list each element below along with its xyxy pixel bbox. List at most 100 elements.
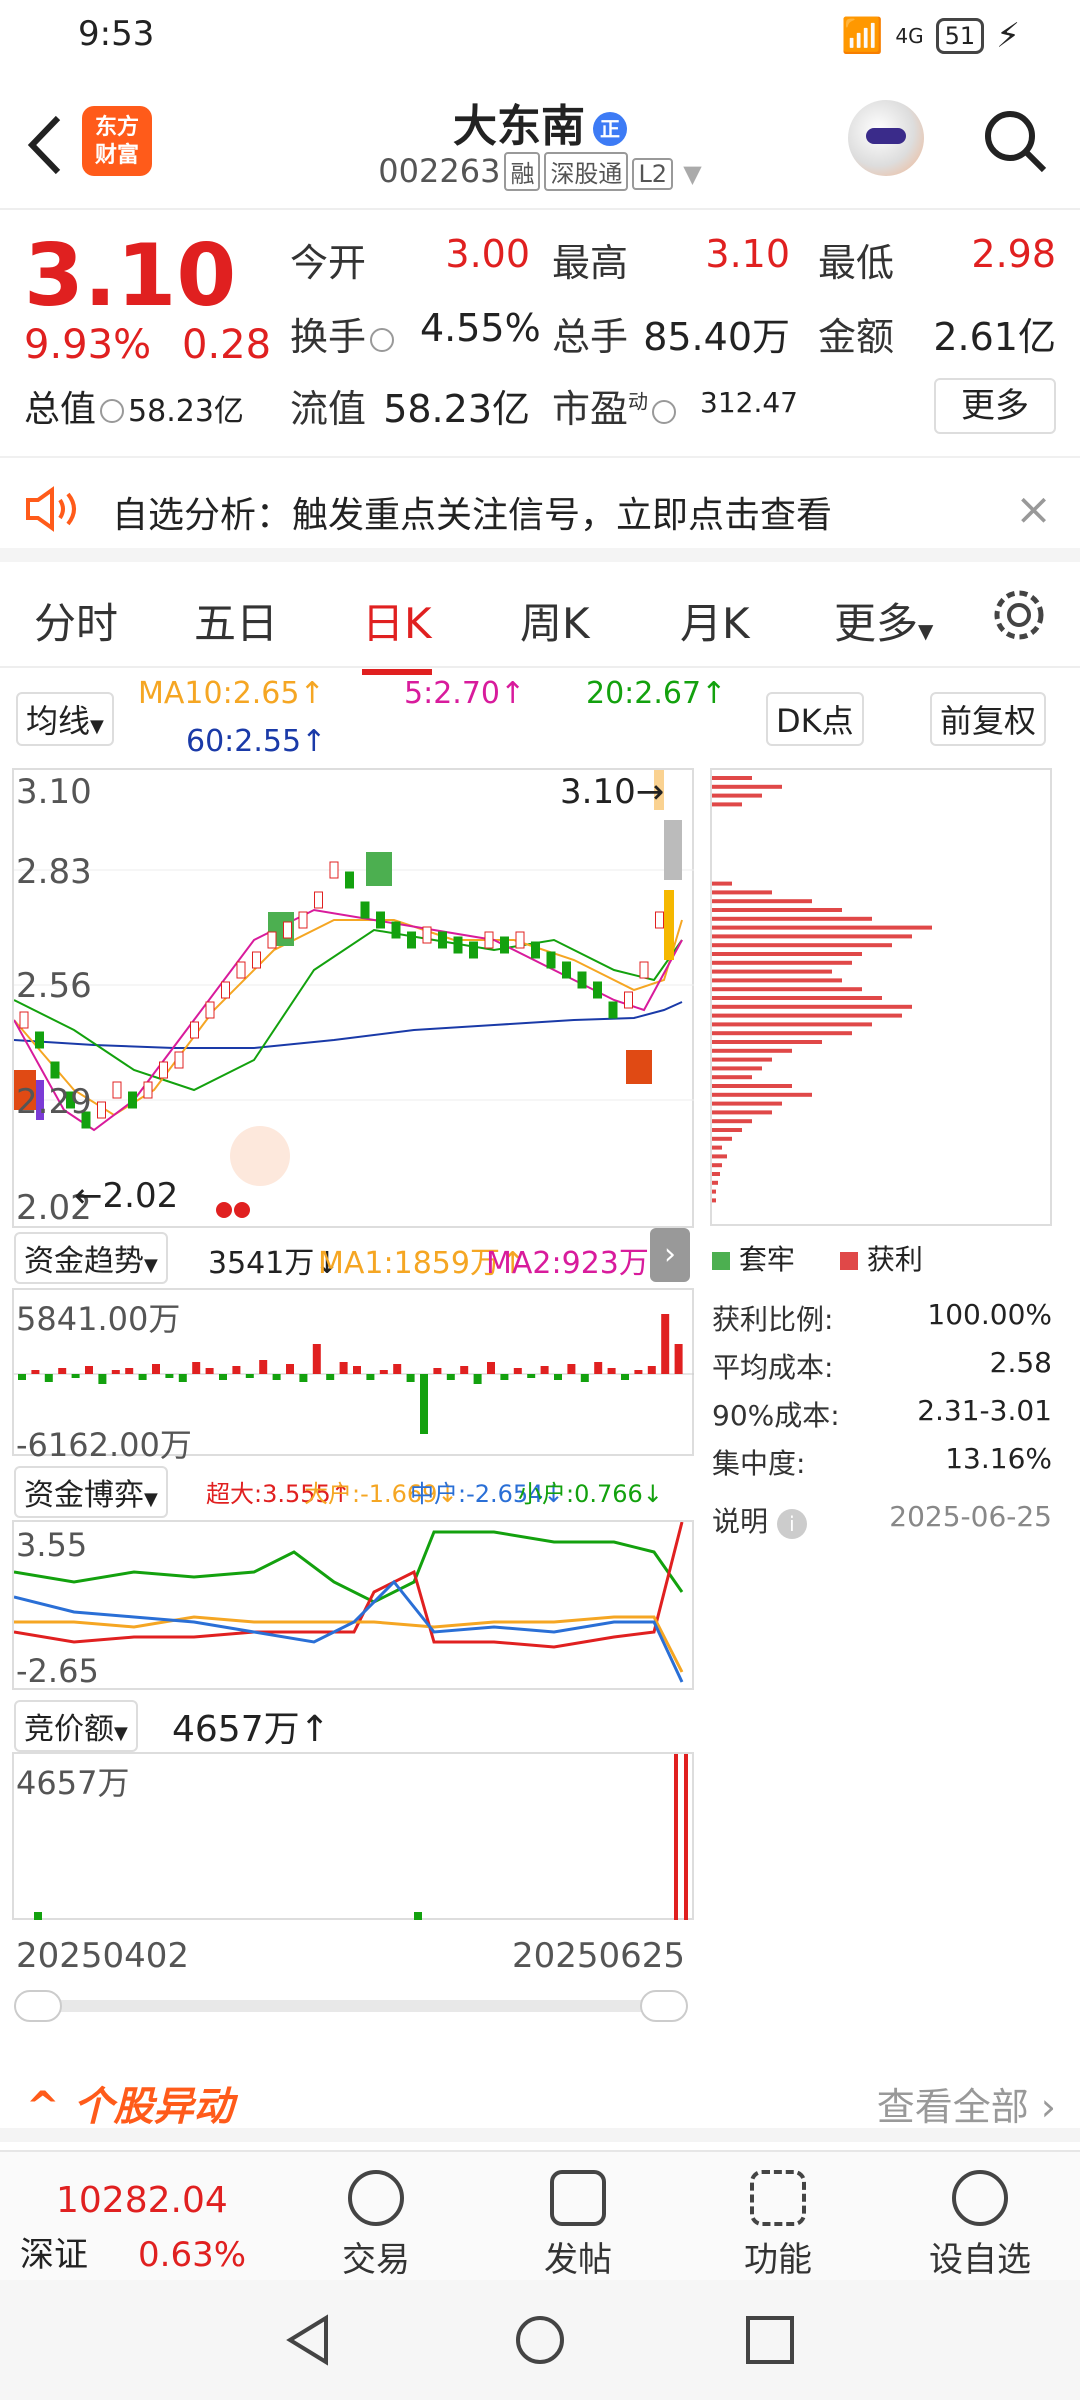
nav-recents-icon[interactable] <box>744 2314 796 2366</box>
function-button[interactable]: 功能 <box>718 2170 838 2281</box>
fund-trend-selector[interactable]: 资金趋势▼ <box>14 1232 168 1284</box>
candlestick <box>407 931 416 949</box>
range-slider[interactable] <box>14 1990 688 2022</box>
kline-svg <box>13 770 694 1218</box>
fund-trend-bar <box>513 1368 522 1374</box>
auction-bar <box>34 1912 42 1920</box>
tab-weekly-k[interactable]: 周K <box>520 590 590 651</box>
fund-trend-bar <box>178 1374 187 1382</box>
cost-bar <box>712 784 782 789</box>
fund-trend-bar <box>433 1368 442 1374</box>
tag-l2: L2 <box>632 158 674 190</box>
fund-trend-bar <box>272 1374 281 1380</box>
price-adjust-selector[interactable]: 前复权 <box>930 692 1047 746</box>
more-quote-button[interactable]: 更多 <box>934 378 1056 434</box>
candlestick <box>97 1101 106 1119</box>
fund-trend-ymax: 5841.00万 <box>16 1300 181 1338</box>
cost90-label: 90%成本: <box>712 1399 840 1432</box>
post-button[interactable]: 发帖 <box>518 2170 638 2281</box>
ytick-2.56: 2.56 <box>16 966 92 1006</box>
pe-sup: 动 <box>628 389 649 414</box>
concentration-label: 集中度: <box>712 1447 806 1480</box>
fund-game-chart[interactable]: 3.55 -2.65 <box>12 1520 694 1690</box>
candlestick <box>112 1081 122 1099</box>
analysis-alert[interactable]: 自选分析：触发重点关注信号，立即点击查看 × <box>0 456 1080 562</box>
fund-trend-bar <box>138 1374 147 1380</box>
trade-label: 交易 <box>342 2240 410 2280</box>
cost-bar <box>712 1198 716 1203</box>
fund-trend-selector-label: 资金趋势 <box>24 1244 144 1279</box>
fund-trend-bar <box>192 1362 201 1374</box>
fund-game-selector-label: 资金博弈 <box>24 1478 144 1513</box>
tab-monthly-k[interactable]: 月K <box>680 590 750 651</box>
assistant-avatar[interactable] <box>848 100 924 176</box>
fund-small: 小户:0.766↓ <box>518 1480 663 1508</box>
nav-home-icon[interactable] <box>514 2314 566 2366</box>
view-all-link[interactable]: 查看全部 › <box>877 2076 1056 2131</box>
total-value-value: 58.23亿 <box>128 394 244 429</box>
fund-trend-chart[interactable]: 5841.00万 -6162.00万 <box>12 1288 694 1464</box>
range-handle-left[interactable] <box>14 1990 62 2022</box>
gear-icon[interactable] <box>990 586 1048 644</box>
ma20-value: 20:2.67↑ <box>586 676 727 711</box>
tab-daily-k[interactable]: 日K <box>362 590 432 675</box>
chevron-right-icon[interactable]: › <box>650 1228 690 1282</box>
fund-game-selector[interactable]: 资金博弈▼ <box>14 1466 168 1518</box>
info-icon[interactable] <box>370 327 395 352</box>
quote-panel: 3.10 9.93% 0.28 总值 58.23亿 今开 3.00 最高 3.10… <box>0 212 1080 452</box>
fund-trend-bar <box>111 1370 120 1374</box>
watchlist-button[interactable]: 设自选 <box>920 2170 1040 2281</box>
candlestick <box>453 936 463 954</box>
candlestick <box>314 891 323 909</box>
cost-bar <box>712 908 842 912</box>
tab-intraday[interactable]: 分时 <box>34 590 118 651</box>
date-start: 20250402 <box>16 1936 190 1976</box>
index-ticker[interactable]: 10282.04 深证 0.63% <box>20 2180 300 2276</box>
legend-swatch-red <box>840 1252 858 1270</box>
turnover-label-text: 换手 <box>290 315 367 359</box>
cost-bar <box>712 978 842 983</box>
fund-trend-bar <box>98 1374 107 1384</box>
fund-trend-bar <box>487 1362 495 1374</box>
total-value-label: 总值 <box>24 389 97 430</box>
auction-chart[interactable]: 4657万 <box>12 1752 694 1920</box>
close-icon[interactable]: × <box>1015 484 1052 535</box>
profit-ratio-value: 100.00% <box>927 1298 1052 1331</box>
candlestick <box>19 1011 29 1029</box>
expand-icon[interactable] <box>230 1126 290 1186</box>
note-link[interactable]: 说明 i <box>712 1500 807 1540</box>
candlestick <box>422 926 432 944</box>
tab-more[interactable]: 更多▼ <box>834 590 933 651</box>
candlestick <box>205 1001 215 1019</box>
dk-point-toggle[interactable]: DK点 <box>766 692 864 746</box>
index-row: 深证 0.63% <box>20 2227 300 2276</box>
function-label: 功能 <box>744 2240 812 2280</box>
cost-bar <box>712 1057 772 1062</box>
candlestick <box>174 1051 184 1069</box>
cost-bar <box>712 776 752 780</box>
dot-marker <box>234 1202 250 1218</box>
dk-label: DK点 <box>776 702 854 740</box>
cost-bar <box>712 1180 718 1185</box>
trade-button[interactable]: 交易 <box>316 2170 436 2281</box>
candlestick <box>608 1001 618 1019</box>
auction-selector[interactable]: 竞价额▼ <box>14 1700 138 1752</box>
auction-selector-label: 竞价额 <box>24 1712 114 1747</box>
nav-back-icon[interactable] <box>282 2314 334 2366</box>
info-icon[interactable] <box>652 399 677 424</box>
fund-trend-bar <box>339 1362 348 1374</box>
stock-alerts-section[interactable]: ^ 个股异动 查看全部 › <box>0 2062 1080 2142</box>
kline-chart[interactable]: 3.10 2.83 2.56 2.29 2.02 3.10→ ←2.02 <box>12 768 694 1228</box>
fund-trend-ymin: -6162.00万 <box>16 1426 192 1464</box>
cost-distribution[interactable] <box>710 768 1052 1226</box>
cost-bar <box>712 1119 752 1124</box>
charging-icon: ⚡ <box>996 16 1020 56</box>
info-icon[interactable] <box>100 399 125 423</box>
ma-selector[interactable]: 均线▼ <box>16 692 114 746</box>
high-mark-value: 3.10 <box>560 772 636 812</box>
search-icon[interactable] <box>980 106 1050 176</box>
range-handle-right[interactable] <box>640 1990 688 2022</box>
fund-trend-bar <box>661 1314 670 1374</box>
fund-trend-bar <box>674 1344 683 1374</box>
tab-five-day[interactable]: 五日 <box>194 590 278 651</box>
